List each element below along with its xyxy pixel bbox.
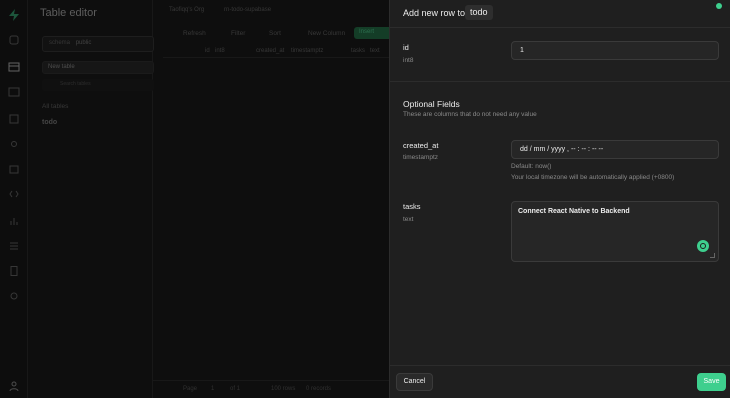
add-row-panel: Add new row to todo id int8 1 Optional F… <box>389 0 730 398</box>
divider <box>390 365 730 366</box>
field-label-created-at: created_at <box>403 141 439 150</box>
tasks-value: Connect React Native to Backend <box>518 208 630 215</box>
timezone-hint: Your local timezone will be automaticall… <box>511 174 675 181</box>
id-input[interactable]: 1 <box>511 41 719 60</box>
resize-handle-icon[interactable] <box>710 253 715 258</box>
divider <box>390 27 730 28</box>
panel-title: Add new row to <box>403 8 466 18</box>
field-type-id: int8 <box>403 57 414 64</box>
field-type-tasks: text <box>403 216 414 223</box>
panel-header: Add new row to todo <box>390 0 730 27</box>
table-name-badge: todo <box>465 5 493 20</box>
status-dot-icon <box>716 3 722 9</box>
app-root: Table editor schema public New table Sea… <box>0 0 730 398</box>
save-button[interactable]: Save <box>697 373 726 391</box>
grammar-assist-icon[interactable] <box>697 240 709 252</box>
created-at-input[interactable]: dd / mm / yyyy , -- : -- : -- -- <box>511 140 719 159</box>
optional-fields-subtitle: These are columns that do not need any v… <box>403 111 537 118</box>
tasks-textarea[interactable]: Connect React Native to Backend <box>511 201 719 262</box>
field-label-tasks: tasks <box>403 202 421 211</box>
overlay-backdrop[interactable] <box>0 0 389 398</box>
cancel-button[interactable]: Cancel <box>396 373 433 391</box>
field-label-id: id <box>403 43 409 52</box>
default-hint: Default: now() <box>511 163 552 170</box>
field-type-created-at: timestamptz <box>403 154 439 161</box>
optional-fields-title: Optional Fields <box>403 99 460 109</box>
divider <box>390 81 730 82</box>
